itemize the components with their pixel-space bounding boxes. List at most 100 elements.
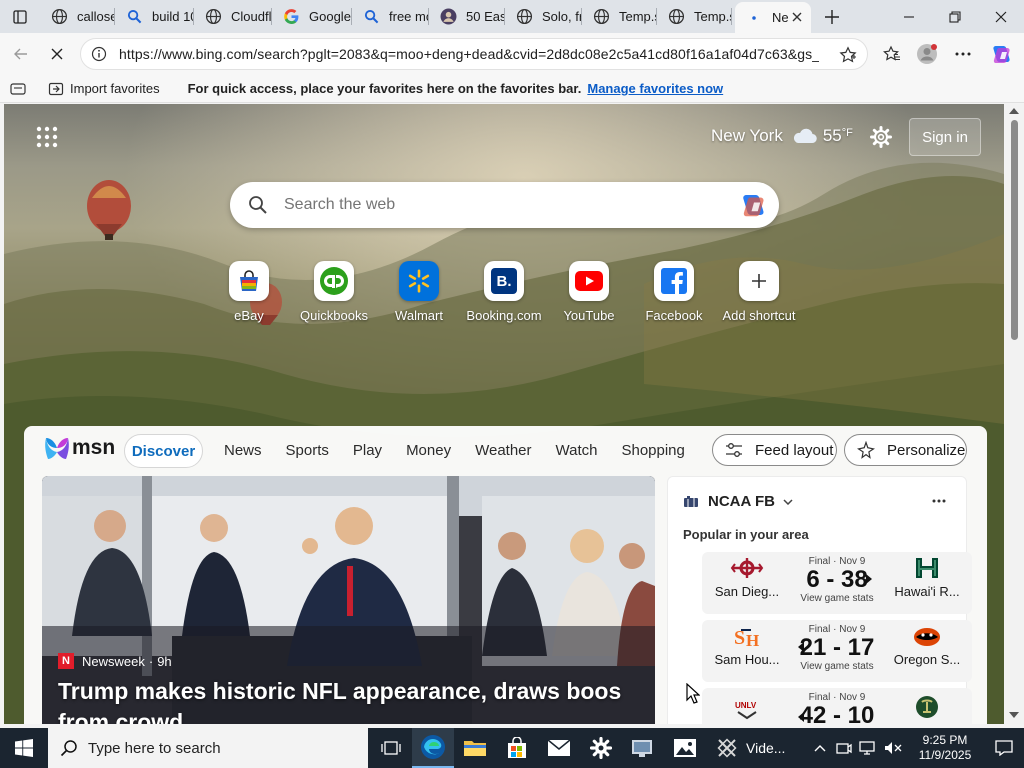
tab-actions-button[interactable] (0, 2, 40, 32)
game-card[interactable]: SH Sam Hou... Final · Nov 9 21 - 17 View… (702, 620, 972, 682)
tab-3[interactable]: Google (272, 0, 352, 33)
taskbar-settings[interactable] (580, 728, 622, 768)
hero-article-age: 9h (157, 653, 172, 669)
taskbar-search-box[interactable]: Type here to search (48, 728, 368, 768)
game-card[interactable]: UNLV Final · Nov 9 42 - 10 (702, 688, 972, 724)
globe-icon (515, 8, 533, 26)
manage-favorites-link[interactable]: Manage favorites now (587, 81, 723, 96)
ebay-icon (229, 261, 269, 301)
restore-icon (949, 10, 961, 23)
taskbar-video-app[interactable]: Vide... (708, 728, 793, 768)
camera-icon (836, 743, 852, 754)
import-favorites-button[interactable]: Import favorites (48, 81, 160, 97)
taskbar-remote-desktop[interactable] (622, 728, 664, 768)
show-hidden-icons-button[interactable] (808, 728, 832, 768)
sports-more-button[interactable] (932, 499, 946, 503)
nav-tab-shopping[interactable]: Shopping (621, 442, 684, 459)
clock[interactable]: 9:25 PM 11/9/2025 (906, 733, 984, 763)
tab-4[interactable]: free mo (352, 0, 429, 33)
apps-launcher-button[interactable] (36, 126, 58, 148)
tray-volume-button[interactable] (880, 728, 906, 768)
nav-tab-news[interactable]: News (224, 442, 262, 459)
tab-title: Ne (772, 10, 789, 25)
shortcut-youtube[interactable]: YouTube (549, 261, 629, 323)
nav-tab-sports[interactable]: Sports (286, 442, 329, 459)
feed-layout-button[interactable]: Feed layout (712, 434, 837, 466)
nav-tab-discover[interactable]: Discover (124, 434, 203, 468)
personalize-button[interactable]: Personalize (844, 434, 967, 466)
taskbar-photos[interactable] (664, 728, 706, 768)
add-shortcut-button[interactable]: Add shortcut (719, 261, 799, 323)
copilot-search-icon[interactable] (739, 190, 769, 220)
tab-active[interactable]: Ne (735, 2, 811, 33)
system-tray: 9:25 PM 11/9/2025 (808, 728, 1024, 768)
shortcut-facebook[interactable]: Facebook (634, 261, 714, 323)
nav-tab-play[interactable]: Play (353, 442, 382, 459)
tab-2[interactable]: Cloudfl (194, 0, 272, 33)
game-score: 21 - 17 (799, 634, 875, 661)
taskbar-store[interactable] (496, 728, 538, 768)
scroll-down-arrow-icon[interactable] (1009, 712, 1019, 718)
web-search-input[interactable] (284, 196, 714, 214)
notifications-button[interactable] (984, 728, 1024, 768)
shortcut-walmart[interactable]: Walmart (379, 261, 459, 323)
close-window-button[interactable] (978, 2, 1024, 32)
newsweek-logo-icon: N (58, 653, 74, 669)
globe-icon (50, 8, 68, 26)
tab-7[interactable]: Temp.sh (582, 0, 657, 33)
unlv-logo-icon: UNLV (735, 701, 757, 720)
shortcut-quickbooks[interactable]: Quickbooks (294, 261, 374, 323)
league-selector[interactable]: NCAA FB (684, 493, 793, 510)
sign-in-button[interactable]: Sign in (909, 118, 981, 156)
team-home: SH Sam Hou... (702, 624, 792, 667)
restore-button[interactable] (932, 2, 978, 32)
address-bar[interactable]: https://www.bing.com/search?pglt=2083&q=… (80, 38, 868, 70)
game-card[interactable]: San Dieg... Final · Nov 9 6 - 38 View ga… (702, 552, 972, 614)
profile-button[interactable] (912, 39, 942, 69)
tab-5[interactable]: 50 Easy (429, 0, 505, 33)
taskbar-file-explorer[interactable] (454, 728, 496, 768)
settings-more-button[interactable] (948, 39, 978, 69)
taskbar-edge[interactable] (412, 728, 454, 768)
msn-nav: News Sports Play Money Weather Watch Sho… (224, 442, 685, 459)
nav-tab-weather[interactable]: Weather (475, 442, 531, 459)
hero-article-headline[interactable]: Trump makes historic NFL appearance, dra… (58, 676, 643, 724)
task-view-icon (381, 741, 401, 755)
scroll-up-arrow-icon[interactable] (1009, 108, 1019, 114)
tray-camera-button[interactable] (832, 728, 856, 768)
clock-date: 11/9/2025 (918, 748, 972, 762)
minimize-button[interactable] (886, 2, 932, 32)
favorites-button[interactable] (877, 39, 907, 69)
stop-loading-button[interactable] (42, 39, 72, 69)
task-view-button[interactable] (370, 728, 412, 768)
nav-tab-label: Discover (131, 442, 196, 460)
tab-1[interactable]: build 10 (115, 0, 194, 33)
tab-6[interactable]: Solo, fr (505, 0, 582, 33)
tab-8[interactable]: Temp.sh (657, 0, 732, 33)
new-tab-button[interactable] (817, 2, 847, 32)
view-game-stats-link[interactable]: View game stats (790, 661, 884, 672)
page-scrollbar[interactable] (1005, 104, 1024, 724)
weather-widget[interactable]: New York 55 °F (711, 126, 853, 146)
nav-tab-money[interactable]: Money (406, 442, 451, 459)
tray-network-button[interactable] (856, 728, 880, 768)
back-button[interactable] (6, 39, 36, 69)
start-button[interactable] (0, 728, 48, 768)
hero-article-card[interactable]: N Newsweek · 9h Trump makes historic NFL… (42, 476, 655, 724)
shortcut-ebay[interactable]: eBay (209, 261, 289, 323)
tab-close-icon[interactable] (790, 10, 804, 24)
shortcut-booking[interactable]: B. Booking.com (464, 261, 544, 323)
copilot-button[interactable] (987, 39, 1017, 69)
web-search-box[interactable] (230, 182, 779, 228)
page-settings-button[interactable] (870, 126, 892, 148)
nav-tab-watch[interactable]: Watch (556, 442, 598, 459)
tab-0[interactable]: callose- (40, 0, 115, 33)
taskbar-mail[interactable] (538, 728, 580, 768)
scrollbar-thumb[interactable] (1011, 120, 1018, 340)
msn-logo[interactable]: msn (44, 434, 115, 462)
site-info-icon[interactable] (91, 46, 107, 62)
tab-title: callose- (77, 9, 115, 24)
add-favorite-star-icon[interactable] (839, 46, 857, 64)
globe-icon (592, 8, 610, 26)
view-game-stats-link[interactable]: View game stats (790, 593, 884, 604)
